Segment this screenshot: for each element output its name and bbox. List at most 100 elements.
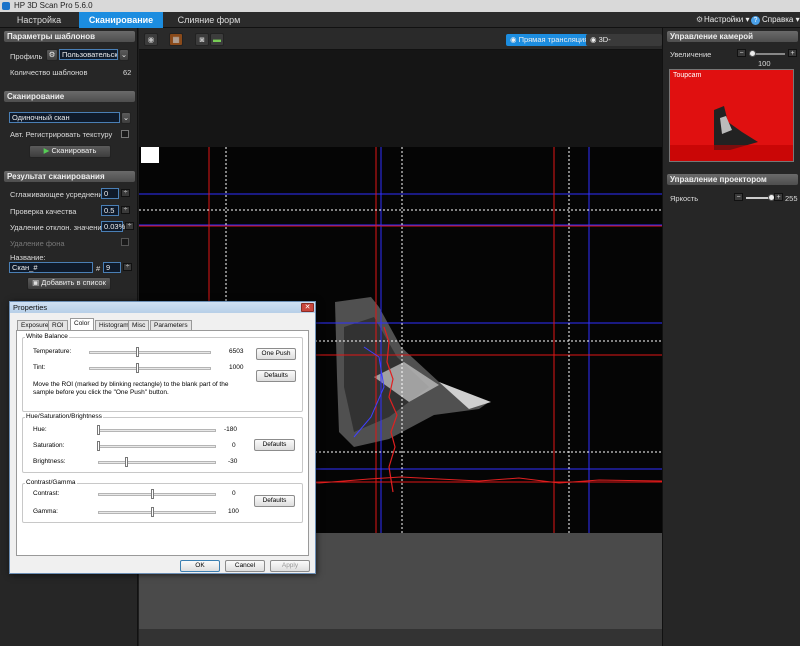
tab-scanning[interactable]: Сканирование	[79, 12, 163, 28]
temperature-label: Temperature:	[33, 348, 72, 355]
brightness-dlg-slider-thumb[interactable]	[125, 457, 128, 467]
scan-name-input[interactable]: Скан_#	[9, 262, 93, 273]
smoothing-stepper[interactable]: ÷	[121, 189, 130, 197]
scan-index-input[interactable]: 9	[103, 262, 121, 273]
tab-roi[interactable]: ROI	[48, 320, 68, 330]
add-to-list-button[interactable]: ▣ Добавить в список	[27, 277, 111, 290]
projector-control-header[interactable]: Управление проектором	[667, 174, 798, 185]
wb-defaults-button[interactable]: Defaults	[256, 370, 296, 382]
saturation-slider[interactable]	[98, 445, 216, 448]
cg-defaults-button[interactable]: Defaults	[254, 495, 295, 507]
tab-histogram[interactable]: Histogram	[95, 320, 133, 330]
profile-label: Профиль	[10, 52, 43, 61]
projector-marker	[141, 147, 159, 163]
zoom-slider[interactable]	[748, 50, 785, 57]
brightness-increase-button[interactable]: +	[774, 193, 783, 201]
quality-input[interactable]: 0.5	[101, 205, 119, 216]
image-icon[interactable]: ▦	[169, 33, 183, 46]
scan-result-header[interactable]: Результат сканирования	[4, 171, 135, 182]
gamma-slider-thumb[interactable]	[151, 507, 154, 517]
cancel-button[interactable]: Cancel	[225, 560, 265, 572]
hue-slider[interactable]	[98, 429, 216, 432]
brightness-dlg-slider[interactable]	[98, 461, 216, 464]
dialog-title: Properties	[10, 302, 315, 313]
contrast-label: Contrast:	[33, 490, 60, 497]
outlier-stepper[interactable]: ÷	[125, 222, 134, 230]
window-title: HP 3D Scan Pro 5.6.0	[14, 1, 93, 10]
help-icon: ?	[751, 16, 760, 25]
tab-misc[interactable]: Misc	[128, 320, 150, 330]
camera-control-header[interactable]: Управление камерой	[667, 31, 798, 42]
eye-icon[interactable]: ◉	[144, 33, 158, 46]
settings-menu[interactable]: ⚙Настройки ▾	[696, 12, 749, 28]
bg-removal-label: Удаление фона	[10, 239, 65, 248]
auto-texture-label: Авт. Регистрировать текстуру	[10, 130, 113, 139]
preview-image	[670, 106, 793, 161]
temperature-value: 6503	[229, 348, 244, 355]
scan-index-stepper[interactable]: ÷	[123, 263, 132, 271]
apply-button[interactable]: Apply	[270, 560, 310, 572]
brightness-dlg-value: -30	[228, 458, 238, 465]
tab-color[interactable]: Color	[70, 318, 94, 330]
viewer-toolbar: ◉ ▦ ◙ ▬ ◉ Прямая трансляция ◉ 3D-сканиро…	[139, 28, 662, 56]
add-to-list-label: Добавить в список	[41, 278, 106, 287]
profile-settings-button[interactable]: ⚙	[46, 49, 58, 61]
ok-button[interactable]: OK	[180, 560, 220, 572]
folder-icon[interactable]: ▬	[210, 33, 224, 46]
camera-preview[interactable]: Toupcam	[669, 69, 794, 162]
auto-texture-checkbox[interactable]	[121, 130, 129, 138]
main-tab-bar: Настройка Сканирование Слияние форм ⚙Нас…	[0, 12, 800, 28]
camera-icon[interactable]: ◙	[195, 33, 209, 46]
zoom-increase-button[interactable]: +	[788, 49, 797, 57]
title-bar: HP 3D Scan Pro 5.6.0	[0, 0, 800, 12]
smoothing-input[interactable]: 0	[101, 188, 119, 199]
template-params-header[interactable]: Параметры шаблонов	[4, 31, 135, 42]
bg-removal-checkbox[interactable]	[121, 238, 129, 246]
brightness-decrease-button[interactable]: −	[734, 193, 743, 201]
zoom-decrease-button[interactable]: −	[737, 49, 746, 57]
right-panel: Управление камерой Увеличение − + 100 To…	[662, 28, 800, 646]
outlier-input[interactable]: 0.03%	[101, 221, 125, 232]
wb-note: Move the ROI (marked by blinking rectang…	[33, 381, 229, 396]
live-stream-label: Прямая трансляция	[518, 35, 589, 44]
saturation-slider-thumb[interactable]	[97, 441, 100, 451]
hsb-group-label: Hue/Saturation/Brightness	[25, 413, 103, 420]
scan-button[interactable]: ▶ Сканировать	[29, 145, 111, 158]
temperature-slider-thumb[interactable]	[136, 347, 139, 357]
zoom-label: Увеличение	[670, 50, 712, 59]
tab-setup[interactable]: Настройка	[0, 12, 78, 28]
quality-stepper[interactable]: ÷	[121, 206, 130, 214]
hsb-defaults-button[interactable]: Defaults	[254, 439, 295, 451]
scanning-header[interactable]: Сканирование	[4, 91, 135, 102]
contrast-slider-thumb[interactable]	[151, 489, 154, 499]
gear-icon: ⚙	[48, 50, 56, 59]
smoothing-label: Сглаживающее усреднение	[10, 190, 107, 199]
tab-merge[interactable]: Слияние форм	[166, 12, 252, 28]
zoom-slider-knob[interactable]	[748, 50, 756, 57]
close-icon[interactable]: ✕	[301, 303, 314, 312]
tint-label: Tint:	[33, 364, 46, 371]
chevron-down-icon[interactable]: ⌄	[121, 112, 131, 124]
chevron-down-icon[interactable]: ⌄	[119, 49, 129, 61]
help-menu[interactable]: ? Справка ▾	[751, 12, 800, 28]
tint-slider-thumb[interactable]	[136, 363, 139, 373]
gear-icon: ⚙	[696, 15, 704, 24]
scan-mode-select[interactable]: Одиночный скан	[9, 112, 120, 123]
contrast-slider[interactable]	[98, 493, 216, 496]
index-prefix: #	[96, 264, 101, 273]
brightness-label: Яркость	[670, 194, 699, 203]
one-push-button[interactable]: One Push	[256, 348, 296, 360]
brightness-slider[interactable]	[746, 194, 775, 201]
eye-icon: ◉	[510, 35, 519, 44]
hue-slider-thumb[interactable]	[97, 425, 100, 435]
properties-dialog: Properties ✕ Exposure ROI Color Histogra…	[9, 301, 316, 574]
tint-slider[interactable]	[89, 367, 211, 370]
tab-parameters[interactable]: Parameters	[150, 320, 192, 330]
gamma-slider[interactable]	[98, 511, 216, 514]
scan3d-button[interactable]: ◉ 3D-сканирование	[586, 34, 662, 56]
outlier-label: Удаление отклон. значений	[10, 223, 106, 232]
saturation-label: Saturation:	[33, 442, 65, 449]
temperature-slider[interactable]	[89, 351, 211, 354]
profile-select[interactable]: Пользовательские	[59, 49, 118, 60]
live-stream-button[interactable]: ◉ Прямая трансляция	[506, 34, 593, 46]
